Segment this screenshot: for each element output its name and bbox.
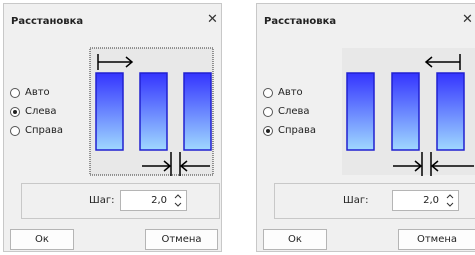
radio-option-left[interactable]: Слева xyxy=(10,102,63,121)
radio-label: Слева xyxy=(25,106,57,117)
radio-label: Справа xyxy=(25,125,64,136)
alignment-preview-right xyxy=(342,48,475,176)
step-label: Шаг: xyxy=(343,195,369,206)
spin-arrows-icon[interactable] xyxy=(174,193,182,208)
radio-label: Справа xyxy=(278,125,317,136)
dialog-title: Расстановка xyxy=(11,16,84,27)
step-spinbox[interactable]: 2,0 xyxy=(120,190,187,211)
ok-button[interactable]: Ок xyxy=(10,229,74,250)
close-icon[interactable]: ✕ xyxy=(207,13,218,26)
radio-button[interactable] xyxy=(10,87,20,98)
radio-option-right[interactable]: Справа xyxy=(263,121,316,140)
ok-button[interactable]: Ок xyxy=(263,229,327,250)
step-group: Шаг: 2,0 xyxy=(21,183,220,219)
step-label: Шаг: xyxy=(89,195,115,206)
arrangement-dialog-left: Расстановка ✕ Авто Слева Справа Шаг: 2,0… xyxy=(3,3,222,252)
radio-button[interactable] xyxy=(263,106,273,117)
cancel-button[interactable]: Отмена xyxy=(145,229,218,250)
radio-option-auto[interactable]: Авто xyxy=(263,83,316,102)
radio-label: Авто xyxy=(278,87,303,98)
close-icon[interactable]: ✕ xyxy=(462,13,473,26)
step-value[interactable]: 2,0 xyxy=(151,195,167,206)
alignment-radio-group: Авто Слева Справа xyxy=(263,83,316,140)
radio-option-auto[interactable]: Авто xyxy=(10,83,63,102)
radio-option-right[interactable]: Справа xyxy=(10,121,63,140)
column-bar xyxy=(391,72,420,151)
step-spinbox[interactable]: 2,0 xyxy=(392,190,459,211)
radio-option-left[interactable]: Слева xyxy=(263,102,316,121)
radio-button[interactable] xyxy=(10,125,20,136)
radio-button-selected[interactable] xyxy=(10,106,20,117)
radio-label: Авто xyxy=(25,87,50,98)
alignment-radio-group: Авто Слева Справа xyxy=(10,83,63,140)
alignment-preview-left xyxy=(89,47,214,176)
radio-button-selected[interactable] xyxy=(263,125,273,136)
column-bar xyxy=(436,72,465,151)
step-group: Шаг: 2,0 xyxy=(274,183,475,219)
dialog-title: Расстановка xyxy=(264,16,337,27)
arrangement-dialog-right: Расстановка ✕ Авто Слева Справа Шаг: 2,0… xyxy=(256,3,475,252)
column-bar xyxy=(346,72,375,151)
column-bar xyxy=(183,72,212,151)
spin-arrows-icon[interactable] xyxy=(446,193,454,208)
radio-label: Слева xyxy=(278,106,310,117)
step-value[interactable]: 2,0 xyxy=(423,195,439,206)
radio-button[interactable] xyxy=(263,87,273,98)
column-bar xyxy=(139,72,168,151)
column-bar xyxy=(95,72,124,151)
cancel-button[interactable]: Отмена xyxy=(398,229,475,250)
